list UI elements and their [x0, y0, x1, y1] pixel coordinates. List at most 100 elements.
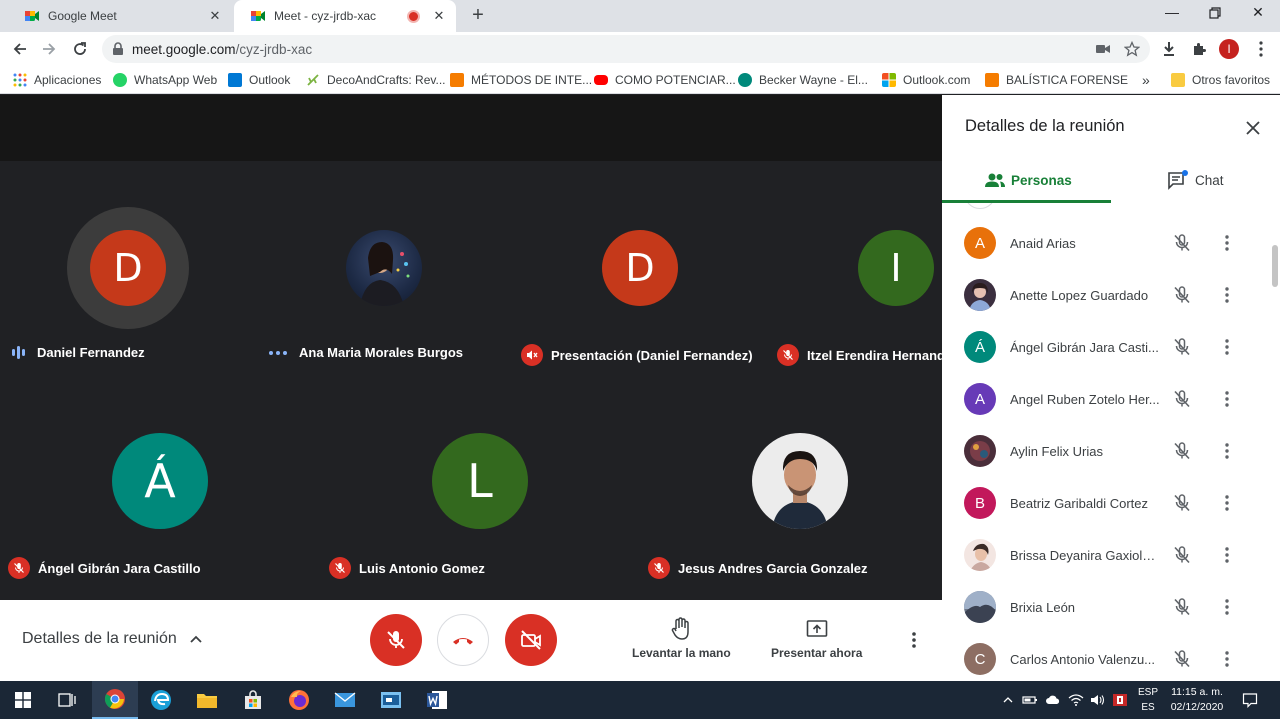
task-view-button[interactable]: [44, 681, 90, 719]
taskbar-edge[interactable]: [138, 681, 184, 719]
bookmark-balistica[interactable]: BALÍSTICA FORENSE: [985, 71, 1128, 89]
new-tab-button[interactable]: +: [466, 4, 490, 28]
list-item[interactable]: Brixia León: [942, 581, 1280, 633]
start-button[interactable]: [0, 681, 46, 719]
hand-icon: [672, 617, 690, 640]
list-item[interactable]: Á Ángel Gibrán Jara Casti...: [942, 321, 1280, 373]
bookmark-aplicaciones[interactable]: Aplicaciones: [13, 71, 101, 89]
taskbar-firefox[interactable]: [276, 681, 322, 719]
more-vert-icon[interactable]: [1220, 232, 1234, 254]
browser-tab-strip: Google Meet ✕ Meet - cyz-jrdb-xac ✕ + — …: [0, 0, 1280, 32]
volume-icon[interactable]: [1088, 681, 1108, 719]
more-vert-icon[interactable]: [1220, 648, 1234, 670]
battery-icon[interactable]: [1020, 681, 1040, 719]
scrollbar[interactable]: [1272, 245, 1278, 287]
extensions-puzzle-icon[interactable]: [1189, 39, 1209, 59]
person-avatar: A: [964, 383, 996, 415]
meeting-details-toggle[interactable]: Detalles de la reunión: [22, 630, 203, 648]
leave-call-button[interactable]: [437, 614, 489, 666]
tab-google-meet[interactable]: Google Meet ✕: [8, 0, 232, 32]
tab-meet-call[interactable]: Meet - cyz-jrdb-xac ✕: [234, 0, 456, 32]
bookmark-whatsapp[interactable]: WhatsApp Web: [113, 71, 217, 89]
taskbar-file-explorer[interactable]: [184, 681, 230, 719]
microsoft-icon: [882, 73, 896, 87]
notification-center-icon[interactable]: [1238, 681, 1262, 719]
tray-chevron-up-icon[interactable]: [1000, 681, 1016, 719]
more-vert-icon[interactable]: [1220, 388, 1234, 410]
bookmark-outlook[interactable]: Outlook: [228, 71, 290, 89]
more-vert-icon: [912, 632, 916, 648]
more-vert-icon[interactable]: [1220, 440, 1234, 462]
bookmark-star-icon[interactable]: [1122, 39, 1142, 59]
cloud-icon[interactable]: [1043, 681, 1063, 719]
list-item[interactable]: Anette Lopez Guardado: [942, 269, 1280, 321]
more-vert-icon[interactable]: [1220, 284, 1234, 306]
list-item[interactable]: C Carlos Antonio Valenzu...: [942, 633, 1280, 681]
forward-arrow-icon[interactable]: [38, 38, 60, 60]
tab-people[interactable]: Personas: [984, 159, 1072, 201]
close-tab-icon[interactable]: ✕: [208, 8, 222, 24]
person-photo: [964, 435, 996, 467]
mic-muted-icon: [1171, 440, 1193, 462]
more-vert-icon[interactable]: [1220, 544, 1234, 566]
person-photo: [964, 539, 996, 571]
list-item[interactable]: Aylin Felix Urias: [942, 425, 1280, 477]
toggle-mic-button[interactable]: [370, 614, 422, 666]
bookmark-metodos[interactable]: MÉTODOS DE INTE...: [450, 71, 592, 89]
more-options-button[interactable]: [904, 628, 924, 652]
taskbar-chrome[interactable]: [92, 681, 138, 719]
input-language[interactable]: ESP ES: [1137, 685, 1159, 715]
present-screen-icon: [806, 620, 827, 637]
list-item[interactable]: B Beatriz Garibaldi Cortez: [942, 477, 1280, 529]
more-vert-icon[interactable]: [1220, 336, 1234, 358]
person-avatar: A: [964, 227, 996, 259]
mic-muted-icon: [1171, 232, 1193, 254]
browser-toolbar: meet.google.com/cyz-jrdb-xac I: [0, 32, 1280, 66]
taskbar-mail[interactable]: [322, 681, 368, 719]
minimize-window-icon[interactable]: —: [1160, 4, 1184, 24]
participant-name: Jesus Andres Garcia Gonzalez: [648, 557, 868, 579]
bookmark-como-potenciar[interactable]: COMO POTENCIAR...: [594, 71, 736, 89]
list-item[interactable]: A Angel Ruben Zotelo Her...: [942, 373, 1280, 425]
bookmark-becker-wayne[interactable]: Becker Wayne - El...: [738, 71, 868, 89]
mic-muted-icon: [329, 557, 351, 579]
more-bookmarks-button[interactable]: »: [1142, 71, 1150, 89]
tab-chat[interactable]: Chat: [1167, 159, 1224, 201]
participant-name: Itzel Erendira Hernandez: [777, 344, 942, 366]
person-name: Anaid Arias: [1010, 235, 1076, 251]
other-bookmarks-folder[interactable]: Otros favoritos: [1171, 71, 1270, 89]
browser-menu-icon[interactable]: [1251, 39, 1271, 59]
list-item[interactable]: Brissa Deyanira Gaxiola ...: [942, 529, 1280, 581]
participant-avatar: Á: [112, 433, 208, 529]
camera-in-use-icon[interactable]: [1093, 39, 1113, 59]
tab-title: Google Meet: [48, 9, 117, 23]
taskbar-app[interactable]: [368, 681, 414, 719]
system-clock[interactable]: 11:15 a. m. 02/12/2020: [1165, 685, 1229, 715]
bookmark-outlook-com[interactable]: Outlook.com: [882, 71, 970, 89]
wifi-icon[interactable]: [1066, 681, 1086, 719]
download-icon[interactable]: [1159, 39, 1179, 59]
person-name: Ángel Gibrán Jara Casti...: [1010, 339, 1159, 355]
store-bag-icon: [245, 690, 261, 709]
address-bar[interactable]: meet.google.com/cyz-jrdb-xac: [102, 35, 1150, 63]
close-window-icon[interactable]: ✕: [1246, 4, 1270, 24]
profile-avatar[interactable]: I: [1219, 39, 1239, 59]
toggle-camera-button[interactable]: [505, 614, 557, 666]
present-now-button[interactable]: Presentar ahora: [771, 616, 862, 660]
participant-name: Presentación (Daniel Fernandez): [521, 344, 753, 366]
taskbar-word[interactable]: [414, 681, 460, 719]
taskbar-store[interactable]: [230, 681, 276, 719]
bookmark-decoandcrafts[interactable]: DecoAndCrafts: Rev...: [306, 71, 446, 89]
more-vert-icon[interactable]: [1220, 492, 1234, 514]
keyboard-flag-icon[interactable]: [1110, 681, 1130, 719]
back-arrow-icon[interactable]: [9, 38, 31, 60]
participant-name: Ángel Gibrán Jara Castillo: [8, 557, 201, 579]
maximize-window-icon[interactable]: [1203, 4, 1227, 24]
close-tab-icon[interactable]: ✕: [432, 8, 446, 24]
task-view-icon: [58, 693, 76, 707]
reload-icon[interactable]: [69, 38, 91, 60]
list-item[interactable]: A Anaid Arias: [942, 217, 1280, 269]
close-panel-button[interactable]: [1242, 117, 1264, 139]
raise-hand-button[interactable]: Levantar la mano: [632, 616, 731, 660]
more-vert-icon[interactable]: [1220, 596, 1234, 618]
